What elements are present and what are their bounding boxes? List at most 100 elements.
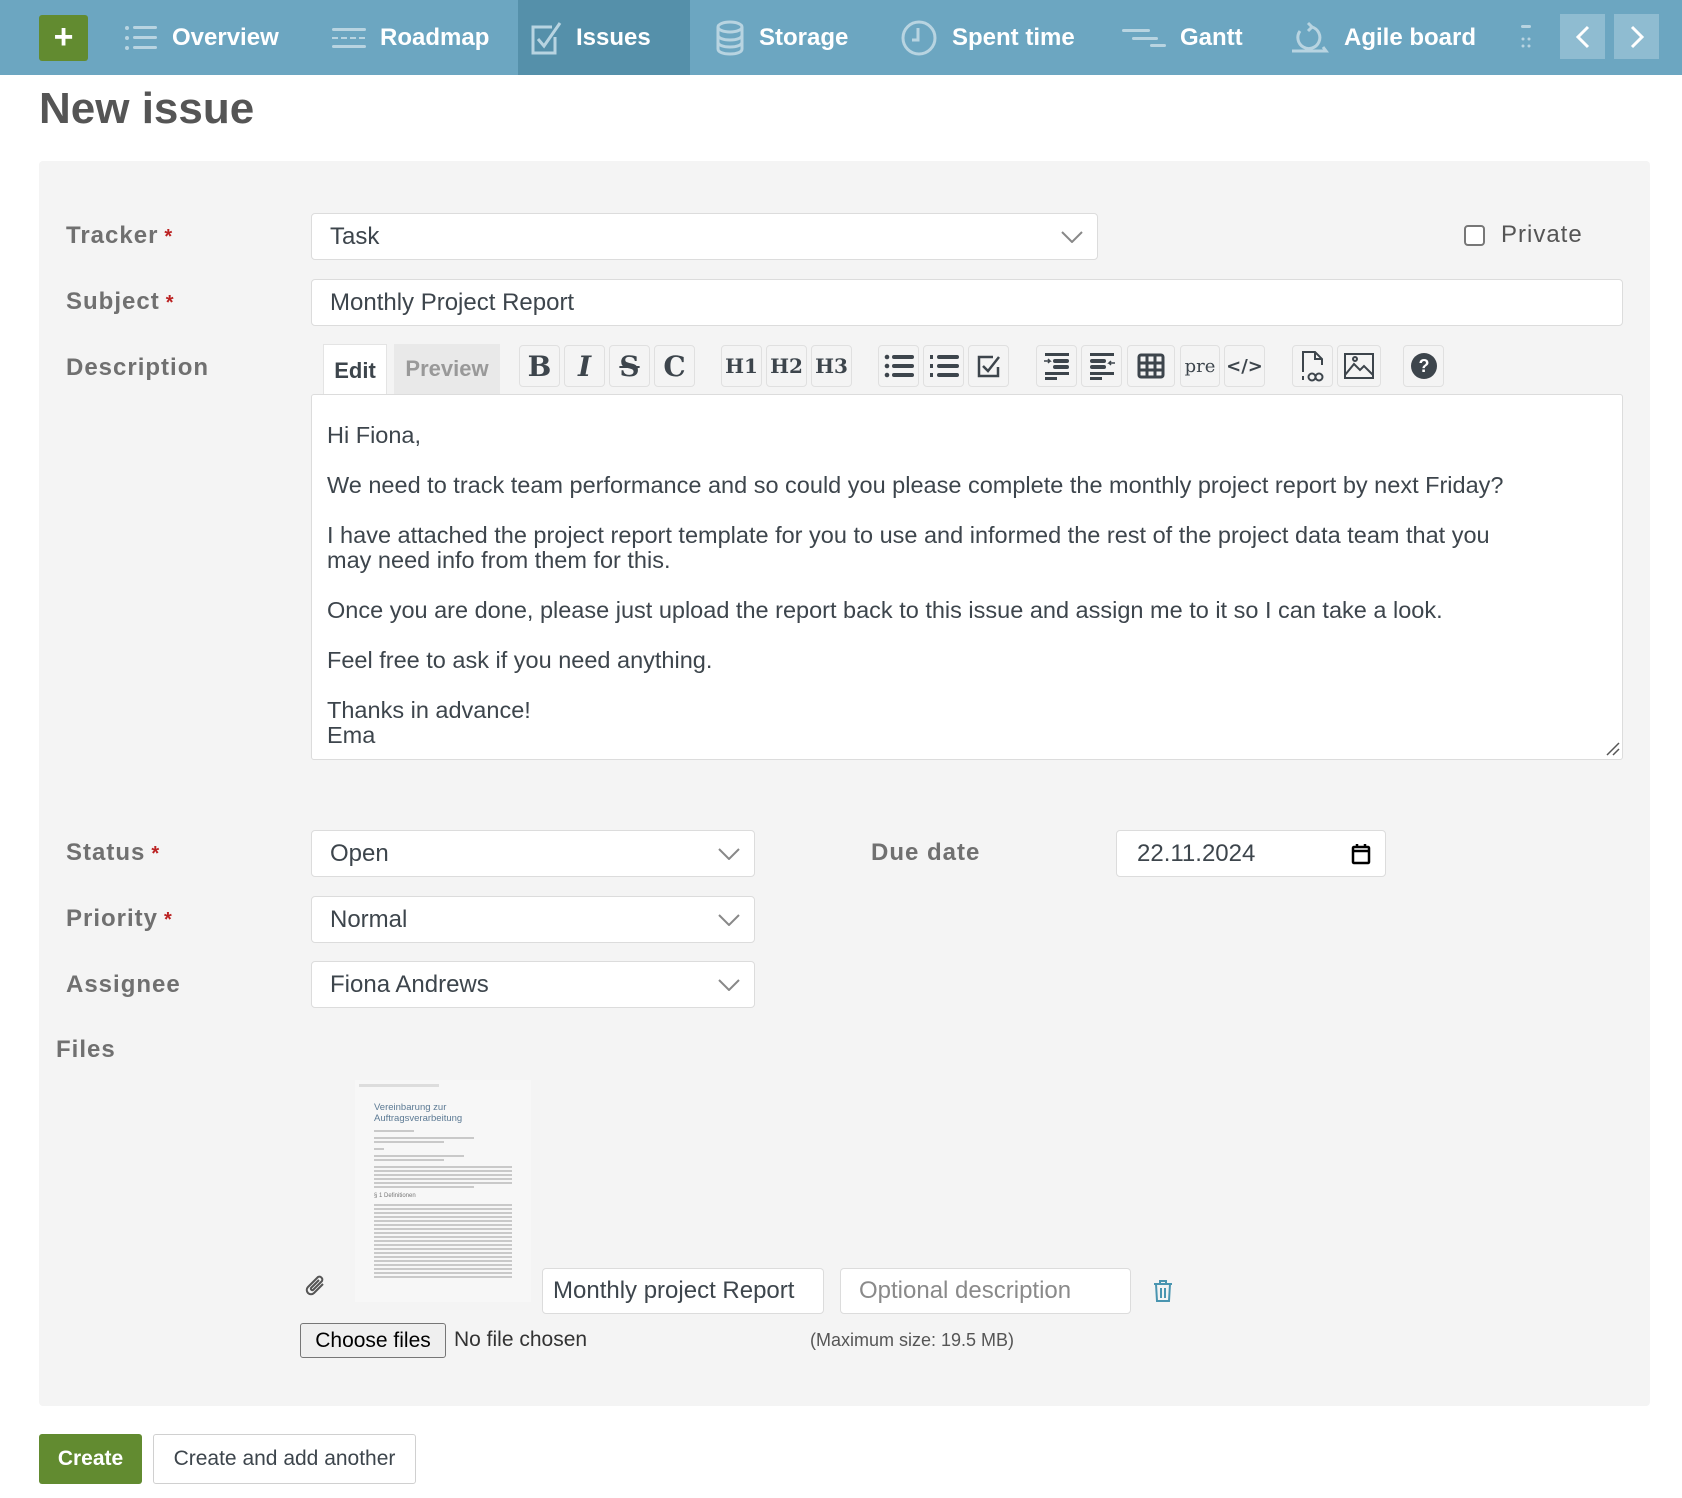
description-textarea[interactable]: Hi Fiona, We need to track team performa… — [311, 394, 1623, 760]
nav-issues-label: Issues — [576, 23, 651, 51]
ordered-list-button[interactable] — [923, 345, 964, 387]
thumbnail-line — [374, 1256, 512, 1258]
due-date-input[interactable]: 22.11.2024 — [1116, 830, 1386, 877]
paperclip-icon — [305, 1275, 324, 1296]
thumbnail-section: § 1 Definitionen — [374, 1193, 416, 1199]
thumbnail-line — [374, 1212, 512, 1214]
code-highlight-button[interactable]: </> — [1224, 345, 1265, 387]
thumbnail-line — [374, 1130, 414, 1132]
thumbnail-line — [374, 1155, 464, 1157]
gantt-icon — [1122, 28, 1166, 47]
inline-code-button[interactable]: C — [654, 345, 695, 387]
thumbnail-line — [374, 1208, 512, 1210]
trash-icon[interactable] — [1153, 1279, 1173, 1303]
nav-spent-time[interactable]: Spent time — [888, 0, 1087, 75]
italic-button[interactable]: I — [564, 345, 605, 387]
subject-label-text: Subject — [66, 288, 160, 315]
subject-input[interactable]: Monthly Project Report — [311, 279, 1623, 326]
calendar-icon[interactable] — [1351, 843, 1371, 865]
table-button[interactable] — [1127, 345, 1175, 387]
image-button[interactable] — [1337, 345, 1381, 387]
private-checkbox[interactable] — [1464, 225, 1485, 246]
bold-button[interactable]: B — [519, 345, 560, 387]
chevron-left-icon — [1575, 25, 1589, 48]
attachment-filename-input[interactable]: Monthly project Report — [542, 1268, 824, 1314]
assignee-select[interactable]: Fiona Andrews — [311, 961, 755, 1008]
nav-scroll-right-button[interactable] — [1614, 14, 1659, 59]
thumbnail-line — [374, 1268, 512, 1270]
tab-preview[interactable]: Preview — [394, 344, 500, 394]
priority-label: Priority * — [66, 905, 173, 933]
attachment-thumbnail[interactable]: Vereinbarung zur Auftragsverarbeitung § … — [355, 1080, 531, 1302]
preformatted-button[interactable]: pre — [1180, 345, 1220, 387]
unquote-button[interactable] — [1081, 345, 1122, 387]
nav-gantt-label: Gantt — [1180, 23, 1243, 51]
chevron-right-icon — [1630, 25, 1644, 48]
nav-agile-board-label: Agile board — [1344, 23, 1477, 51]
nav-issues[interactable]: Issues — [518, 0, 690, 75]
status-select[interactable]: Open — [311, 830, 755, 877]
status-value: Open — [330, 839, 389, 867]
tracker-select[interactable]: Task — [311, 213, 1098, 260]
heading-1-button[interactable]: H1 — [721, 345, 762, 387]
clock-icon — [901, 20, 937, 55]
help-button[interactable]: ? — [1403, 345, 1444, 387]
thumbnail-line — [374, 1148, 384, 1150]
files-label: Files — [56, 1036, 116, 1063]
strikethrough-button[interactable]: S — [609, 345, 650, 387]
nav-overview-label: Overview — [172, 23, 279, 51]
priority-value: Normal — [330, 905, 408, 933]
thumbnail-title: Vereinbarung zur Auftragsverarbeitung — [374, 1102, 463, 1124]
tracker-label-text: Tracker — [66, 222, 159, 249]
description-label: Description — [66, 354, 210, 381]
private-label: Private — [1501, 221, 1583, 248]
thumbnail-header — [359, 1084, 439, 1087]
nav-overview[interactable]: Overview — [112, 0, 291, 75]
task-list-icon — [977, 355, 1000, 378]
required-marker: * — [151, 843, 161, 865]
checkbox-icon — [531, 21, 562, 54]
chevron-down-icon — [1061, 230, 1083, 243]
due-date-value: 22.11.2024 — [1137, 839, 1256, 867]
page-title: New issue — [39, 84, 255, 133]
nav-scroll-left-button[interactable] — [1560, 14, 1605, 59]
new-object-button[interactable]: + — [39, 15, 88, 61]
priority-select[interactable]: Normal — [311, 896, 755, 943]
unordered-list-button[interactable] — [878, 345, 919, 387]
heading-2-button[interactable]: H2 — [766, 345, 807, 387]
create-button[interactable]: Create — [39, 1434, 142, 1484]
unordered-list-icon — [884, 354, 914, 378]
quote-button[interactable] — [1036, 345, 1077, 387]
task-list-button[interactable] — [968, 345, 1009, 387]
heading-3-icon: H3 — [815, 354, 848, 378]
heading-3-button[interactable]: H3 — [811, 345, 852, 387]
choose-files-button[interactable]: Choose files — [300, 1323, 446, 1358]
no-file-chosen-text: No file chosen — [454, 1328, 588, 1351]
nav-storage[interactable]: Storage — [703, 0, 860, 75]
tab-edit[interactable]: Edit — [323, 344, 387, 396]
more-icon[interactable] — [1520, 25, 1532, 56]
attachment-description-input[interactable]: Optional description — [840, 1268, 1131, 1314]
heading-1-icon: H1 — [725, 354, 758, 378]
bold-icon: B — [527, 349, 552, 383]
subject-value: Monthly Project Report — [330, 288, 575, 316]
thumbnail-line — [374, 1252, 512, 1254]
thumbnail-line — [374, 1248, 512, 1250]
indent-icon — [1043, 353, 1069, 380]
thumbnail-line — [374, 1224, 512, 1226]
thumbnail-line — [374, 1236, 512, 1238]
resize-handle-icon[interactable] — [1606, 742, 1620, 756]
nav-gantt[interactable]: Gantt — [1110, 0, 1255, 75]
italic-icon: I — [577, 349, 592, 383]
nav-roadmap[interactable]: Roadmap — [320, 0, 501, 75]
inline-code-icon: C — [663, 349, 686, 383]
wiki-link-button[interactable] — [1292, 345, 1333, 387]
create-and-add-another-button[interactable]: Create and add another — [153, 1434, 416, 1484]
thumbnail-line — [374, 1141, 444, 1143]
agile-icon — [1292, 21, 1329, 52]
nav-agile-board[interactable]: Agile board — [1278, 0, 1488, 75]
required-marker: * — [165, 292, 175, 314]
thumbnail-line — [374, 1232, 512, 1234]
nav-storage-label: Storage — [759, 23, 849, 51]
thumbnail-line — [374, 1159, 444, 1161]
